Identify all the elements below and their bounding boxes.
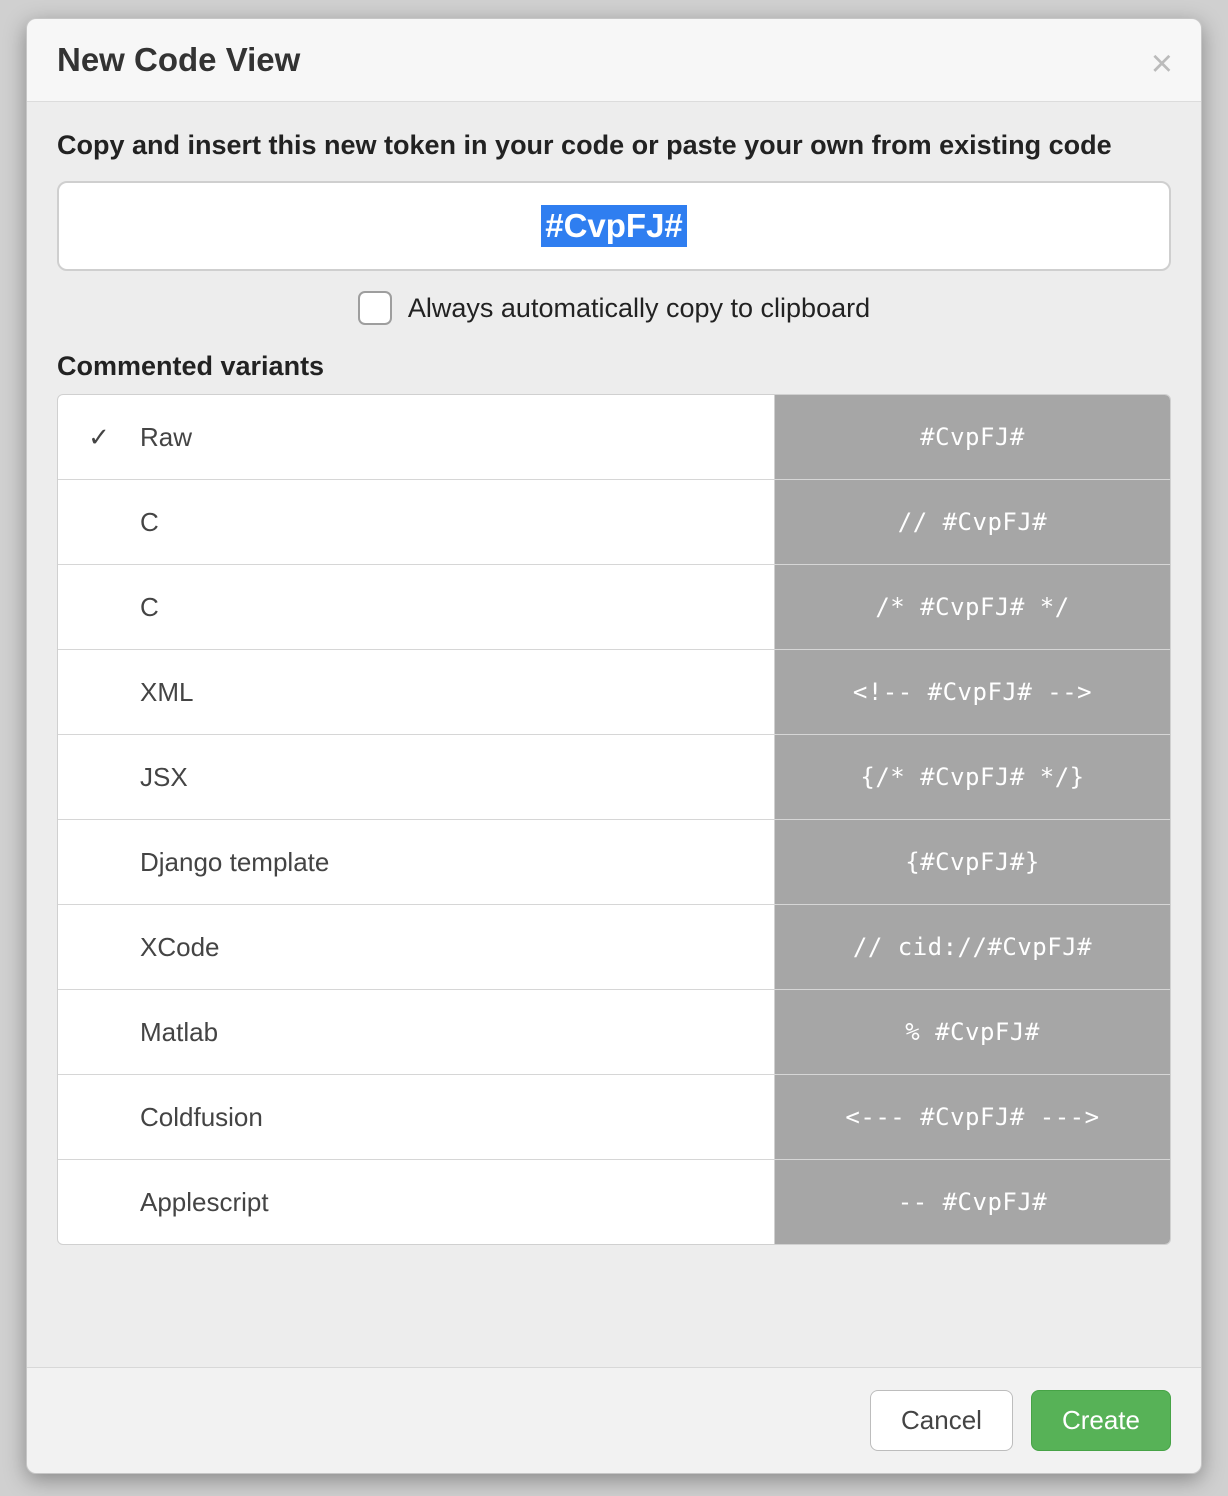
variant-label: Coldfusion	[140, 1102, 263, 1133]
auto-copy-checkbox[interactable]	[358, 291, 392, 325]
variant-label-cell[interactable]: ✓ Raw	[58, 395, 774, 479]
variant-label-cell[interactable]: C	[58, 480, 774, 564]
variant-label: XCode	[140, 932, 220, 963]
variant-code[interactable]: -- #CvpFJ#	[774, 1160, 1170, 1244]
variant-row[interactable]: XML <!-- #CvpFJ# -->	[58, 650, 1170, 735]
check-icon: ✓	[82, 422, 116, 453]
variant-label-cell[interactable]: Coldfusion	[58, 1075, 774, 1159]
variant-row[interactable]: Matlab % #CvpFJ#	[58, 990, 1170, 1075]
variant-row[interactable]: JSX {/* #CvpFJ# */}	[58, 735, 1170, 820]
variants-heading: Commented variants	[57, 351, 1171, 382]
variant-row[interactable]: C // #CvpFJ#	[58, 480, 1170, 565]
modal-body: Copy and insert this new token in your c…	[27, 102, 1201, 1367]
variant-label-cell[interactable]: XCode	[58, 905, 774, 989]
variant-code[interactable]: #CvpFJ#	[774, 395, 1170, 479]
create-button[interactable]: Create	[1031, 1390, 1171, 1451]
variant-row[interactable]: Django template {#CvpFJ#}	[58, 820, 1170, 905]
variant-label-cell[interactable]: XML	[58, 650, 774, 734]
variant-label: JSX	[140, 762, 188, 793]
variant-row[interactable]: ✓ Raw #CvpFJ#	[58, 395, 1170, 480]
instruction-text: Copy and insert this new token in your c…	[57, 128, 1171, 163]
variant-row[interactable]: XCode // cid://#CvpFJ#	[58, 905, 1170, 990]
variant-label: Django template	[140, 847, 329, 878]
variant-label: Applescript	[140, 1187, 269, 1218]
variant-code[interactable]: // cid://#CvpFJ#	[774, 905, 1170, 989]
variant-code[interactable]: % #CvpFJ#	[774, 990, 1170, 1074]
variant-row[interactable]: Coldfusion <--- #CvpFJ# --->	[58, 1075, 1170, 1160]
variant-code[interactable]: {#CvpFJ#}	[774, 820, 1170, 904]
cancel-button[interactable]: Cancel	[870, 1390, 1013, 1451]
variant-label: C	[140, 592, 159, 623]
modal-header: New Code View ×	[27, 19, 1201, 102]
variant-row[interactable]: Applescript -- #CvpFJ#	[58, 1160, 1170, 1244]
modal-title: New Code View	[57, 41, 300, 79]
variant-label-cell[interactable]: Applescript	[58, 1160, 774, 1244]
new-code-view-modal: New Code View × Copy and insert this new…	[26, 18, 1202, 1474]
variant-label: Matlab	[140, 1017, 218, 1048]
variant-label: Raw	[140, 422, 192, 453]
variant-label-cell[interactable]: Matlab	[58, 990, 774, 1074]
auto-copy-row: Always automatically copy to clipboard	[57, 291, 1171, 325]
modal-footer: Cancel Create	[27, 1367, 1201, 1473]
auto-copy-label: Always automatically copy to clipboard	[408, 293, 870, 324]
variant-row[interactable]: C /* #CvpFJ# */	[58, 565, 1170, 650]
variant-label-cell[interactable]: C	[58, 565, 774, 649]
variant-label: C	[140, 507, 159, 538]
close-icon[interactable]: ×	[1151, 45, 1173, 83]
variant-code[interactable]: {/* #CvpFJ# */}	[774, 735, 1170, 819]
variant-code[interactable]: <--- #CvpFJ# --->	[774, 1075, 1170, 1159]
variant-code[interactable]: /* #CvpFJ# */	[774, 565, 1170, 649]
variant-code[interactable]: // #CvpFJ#	[774, 480, 1170, 564]
variants-list: ✓ Raw #CvpFJ# C // #CvpFJ# C /* #CvpFJ# */ XML <…	[57, 394, 1171, 1245]
token-value: #CvpFJ#	[541, 205, 687, 247]
variant-label: XML	[140, 677, 193, 708]
token-input[interactable]: #CvpFJ#	[57, 181, 1171, 271]
variant-label-cell[interactable]: Django template	[58, 820, 774, 904]
variant-label-cell[interactable]: JSX	[58, 735, 774, 819]
variant-code[interactable]: <!-- #CvpFJ# -->	[774, 650, 1170, 734]
